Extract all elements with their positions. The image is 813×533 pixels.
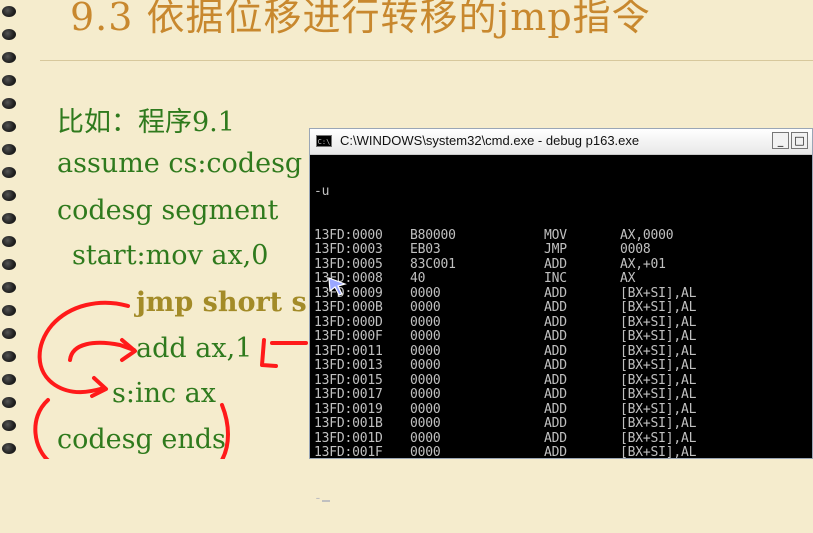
cmd-app-icon[interactable]: C:\ bbox=[316, 135, 332, 147]
disasm-machine-code: 0000 bbox=[410, 285, 441, 301]
disasm-operand: [BX+SI],AL bbox=[620, 329, 697, 344]
disasm-address: 13FD:0013 bbox=[314, 358, 383, 373]
disasm-operand: [BX+SI],AL bbox=[620, 416, 697, 431]
disasm-row: 13FD:0003 EB03 JMP 0008 bbox=[314, 242, 696, 258]
disasm-mnemonic: ADD bbox=[544, 401, 567, 417]
disasm-machine-code: 0000 bbox=[410, 300, 441, 315]
disasm-machine-code: EB03 bbox=[410, 242, 441, 257]
disasm-operand: [BX+SI],AL bbox=[620, 401, 697, 417]
disasm-mnemonic: MOV bbox=[544, 227, 567, 243]
disasm-address: 13FD:000B bbox=[314, 300, 383, 315]
disasm-row: 13FD:0015 0000 ADD [BX+SI],AL bbox=[314, 372, 697, 389]
disasm-mnemonic: ADD bbox=[544, 256, 567, 272]
disasm-row: 13FD:0011 0000 ADD [BX+SI],AL bbox=[314, 343, 697, 360]
disasm-mnemonic: ADD bbox=[544, 372, 567, 388]
disasm-mnemonic: ADD bbox=[544, 300, 567, 315]
disasm-machine-code: 0000 bbox=[410, 372, 441, 388]
disasm-row: 13FD:0008 40 INC AX bbox=[314, 271, 696, 287]
disasm-operand: AX,0000 bbox=[620, 227, 674, 243]
disasm-mnemonic: JMP bbox=[544, 242, 567, 257]
disasm-operand: [BX+SI],AL bbox=[620, 358, 697, 373]
disasm-row: 13FD:000D 0000 ADD [BX+SI],AL bbox=[314, 314, 697, 331]
disasm-machine-code: 0000 bbox=[410, 358, 441, 373]
disasm-mnemonic: ADD bbox=[544, 358, 567, 373]
disasm-mnemonic: ADD bbox=[544, 445, 567, 460]
disasm-row: 13FD:001B 0000 ADD [BX+SI],AL bbox=[314, 416, 697, 432]
disasm-address: 13FD:000F bbox=[314, 329, 383, 344]
disasm-operand: [BX+SI],AL bbox=[620, 387, 697, 402]
disasm-operand: [BX+SI],AL bbox=[620, 445, 697, 460]
disasm-mnemonic: ADD bbox=[544, 387, 567, 402]
disasm-row: 13FD:000B 0000 ADD [BX+SI],AL bbox=[314, 300, 697, 316]
disasm-machine-code: B80000 bbox=[410, 227, 456, 243]
disasm-mnemonic: ADD bbox=[544, 416, 567, 431]
disasm-address: 13FD:0000 bbox=[314, 227, 383, 243]
cmd-titlebar[interactable]: C:\ C:\WINDOWS\system32\cmd.exe - debug … bbox=[310, 129, 812, 155]
disasm-row: 13FD:0013 0000 ADD [BX+SI],AL bbox=[314, 358, 697, 374]
disasm-machine-code: 83C001 bbox=[410, 256, 456, 272]
cmd-window[interactable]: C:\ C:\WINDOWS\system32\cmd.exe - debug … bbox=[309, 128, 813, 505]
bracket-mark-right bbox=[220, 403, 230, 459]
disasm-address: 13FD:001F bbox=[314, 445, 383, 460]
disasm-address: 13FD:001B bbox=[314, 416, 383, 431]
disasm-mnemonic: ADD bbox=[544, 329, 567, 344]
jump-arrow-outer-head bbox=[90, 376, 108, 398]
mouse-cursor-icon bbox=[328, 277, 347, 296]
debug-end-prompt: - bbox=[314, 490, 696, 505]
disasm-operand: 0008 bbox=[620, 242, 651, 257]
disasm-row: 13FD:0019 0000 ADD [BX+SI],AL bbox=[314, 401, 697, 418]
disasm-machine-code: 0000 bbox=[410, 329, 441, 344]
disasm-address: 13FD:0005 bbox=[314, 256, 383, 272]
disasm-mnemonic: ADD bbox=[544, 285, 567, 301]
minimize-button[interactable]: _ bbox=[772, 132, 789, 149]
disasm-row: 13FD:001D 0000 ADD [BX+SI],AL bbox=[314, 430, 697, 447]
disasm-machine-code: 0000 bbox=[410, 314, 441, 330]
disasm-machine-code: 0000 bbox=[410, 430, 441, 446]
disasm-row: 13FD:0000 B80000 MOV AX,0000 bbox=[314, 227, 696, 244]
disasm-operand: [BX+SI],AL bbox=[620, 343, 697, 359]
debug-prompt: -u bbox=[314, 184, 330, 199]
disasm-operand: [BX+SI],AL bbox=[620, 372, 697, 388]
disasm-operand: [BX+SI],AL bbox=[620, 314, 697, 330]
disasm-operand: AX bbox=[620, 271, 636, 286]
disasm-operand: AX,+01 bbox=[620, 256, 666, 272]
disasm-address: 13FD:0019 bbox=[314, 401, 383, 417]
disasm-row: 13FD:000F 0000 ADD [BX+SI],AL bbox=[314, 329, 697, 345]
disasm-operand: [BX+SI],AL bbox=[620, 430, 697, 446]
disasm-machine-code: 0000 bbox=[410, 401, 441, 417]
disasm-address: 13FD:000D bbox=[314, 314, 383, 330]
disasm-mnemonic: ADD bbox=[544, 314, 567, 330]
text-cursor bbox=[321, 490, 330, 502]
disasm-row: 13FD:001F 0000 ADD [BX+SI],AL bbox=[314, 445, 697, 461]
disasm-machine-code: 0000 bbox=[410, 343, 441, 359]
disasm-address: 13FD:0003 bbox=[314, 242, 383, 257]
bracket-mark bbox=[33, 398, 50, 459]
disasm-mnemonic: ADD bbox=[544, 343, 567, 359]
disasm-row: 13FD:0009 0000 ADD [BX+SI],AL bbox=[314, 285, 697, 302]
disasm-row: 13FD:0005 83C001 ADD AX,+01 bbox=[314, 256, 696, 273]
disassembly-list: 13FD:0000 B80000 MOV AX,0000 13FD:0003 EB03 JM… bbox=[314, 227, 697, 461]
disasm-address: 13FD:001D bbox=[314, 430, 383, 446]
cmd-window-title: C:\WINDOWS\system32\cmd.exe - debug p163… bbox=[340, 133, 640, 148]
disasm-address: 13FD:0011 bbox=[314, 343, 383, 359]
disasm-mnemonic: INC bbox=[544, 271, 567, 286]
disasm-address: 13FD:0015 bbox=[314, 372, 383, 388]
disasm-operand: [BX+SI],AL bbox=[620, 285, 697, 301]
disasm-mnemonic: ADD bbox=[544, 430, 567, 446]
end-prompt-text: - bbox=[314, 490, 322, 506]
disasm-machine-code: 40 bbox=[410, 271, 426, 286]
disasm-row: 13FD:0017 0000 ADD [BX+SI],AL bbox=[314, 387, 697, 403]
disasm-machine-code: 0000 bbox=[410, 387, 441, 402]
maximize-button[interactable]: □ bbox=[791, 132, 808, 149]
disasm-operand: [BX+SI],AL bbox=[620, 300, 697, 315]
disasm-address: 13FD:0017 bbox=[314, 387, 383, 402]
disasm-machine-code: 0000 bbox=[410, 445, 441, 460]
jump-arrow-outer bbox=[37, 300, 130, 395]
cmd-output[interactable]: -u 13FD:0000 B80000 MOV AX,0000 13FD:0003 EB0… bbox=[314, 156, 696, 533]
disasm-machine-code: 0000 bbox=[410, 416, 441, 431]
